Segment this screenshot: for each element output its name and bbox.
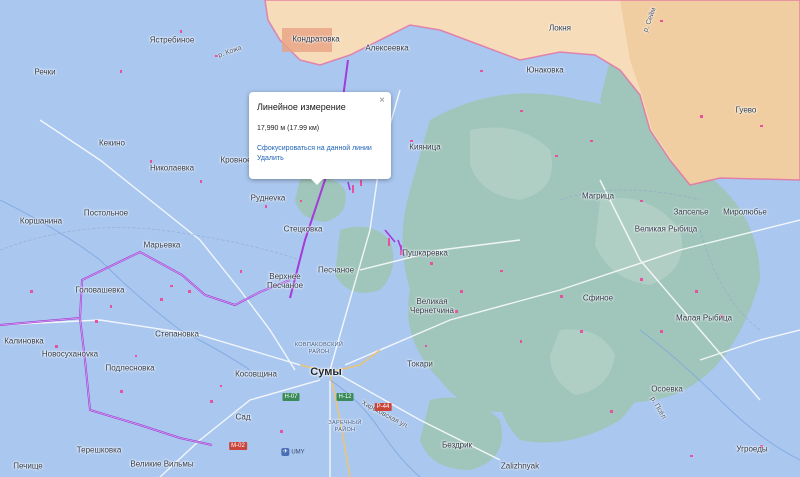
place-label: Терешковка — [76, 445, 122, 455]
place-label: Головашевка — [75, 285, 125, 295]
road-badge-n07: Н-07 — [282, 393, 300, 401]
place-label: Токари — [407, 359, 433, 369]
place-label: Косовщина — [235, 369, 277, 379]
place-label: Магрица — [581, 191, 615, 201]
place-label: Бездрик — [441, 440, 473, 450]
place-label: Алексеевка — [365, 43, 409, 53]
place-label: Великая Чернетчина — [410, 297, 454, 315]
place-label: Печище — [13, 461, 43, 471]
place-label: Верхнее Песчаное — [266, 272, 304, 290]
place-label: Николаевка — [149, 163, 195, 173]
map-canvas[interactable]: Кондратовка Ястребиное Алексеевка Локня … — [0, 0, 800, 477]
place-label: Пушкаревка — [402, 248, 448, 258]
focus-line-link[interactable]: Сфокусироваться на данной линии — [257, 144, 383, 154]
airport-icon: ✈ — [281, 448, 290, 456]
place-label: Гуево — [735, 105, 757, 115]
road-badge-n12: Н-12 — [336, 393, 354, 401]
place-label: Стецковка — [283, 224, 323, 234]
place-label: Постольное — [83, 208, 129, 218]
district-label: КОВПАКОВСКИЙ РАЙОН — [294, 342, 344, 355]
delete-link[interactable]: Удалить — [257, 154, 383, 164]
map-base-layer — [0, 0, 800, 477]
place-label: Великие Вильмы — [130, 459, 194, 469]
place-label: Кровное — [220, 155, 252, 165]
place-label: Угроеды — [736, 444, 768, 454]
place-label: Кекино — [99, 138, 125, 148]
place-label: Zalizhnyak — [500, 461, 540, 471]
place-label: Малая Рыбица — [675, 313, 733, 323]
place-label: Новосуханovка — [41, 349, 99, 359]
place-label: Руднevка — [250, 193, 286, 203]
district-label: ЗАРЕЧНЫЙ РАЙОН — [328, 420, 362, 433]
road-badge-m02: М-02 — [229, 442, 247, 450]
place-label: Кондратовка — [292, 34, 340, 44]
popup-title: Линейное измерение — [257, 102, 346, 112]
place-label: Сад — [235, 412, 251, 422]
place-label: Коршанина — [19, 216, 63, 226]
place-label: Сфиное — [582, 293, 614, 303]
airport-marker: ✈ UMY — [281, 448, 305, 456]
city-label-sumy: Сумы — [310, 366, 342, 378]
airport-label: UMY — [291, 449, 305, 456]
close-icon[interactable]: × — [379, 95, 385, 106]
place-label: Юнаковка — [526, 65, 564, 75]
road-badge-r44: Р-44 — [374, 403, 392, 411]
place-label: Подлесновка — [105, 363, 155, 373]
popup-distance: 17,990 м (17.99 км) — [257, 125, 320, 132]
place-label: Речки — [34, 67, 56, 77]
place-label: Запселье — [673, 207, 709, 217]
place-label: Степановка — [155, 329, 199, 339]
place-label: Локня — [549, 23, 571, 33]
place-label: Марьевка — [143, 240, 181, 250]
place-label: Песчаное — [317, 265, 355, 275]
place-label: Кияница — [409, 142, 441, 152]
place-label: Ястребиное — [149, 35, 195, 45]
place-label: Великая Рыбица — [634, 224, 698, 234]
place-label: Осоевка — [651, 384, 683, 394]
place-label: Калиновка — [4, 336, 44, 346]
measurement-popup: Линейное измерение × 17,990 м (17.99 км)… — [249, 92, 391, 185]
place-label: Миролюбье — [723, 207, 767, 217]
